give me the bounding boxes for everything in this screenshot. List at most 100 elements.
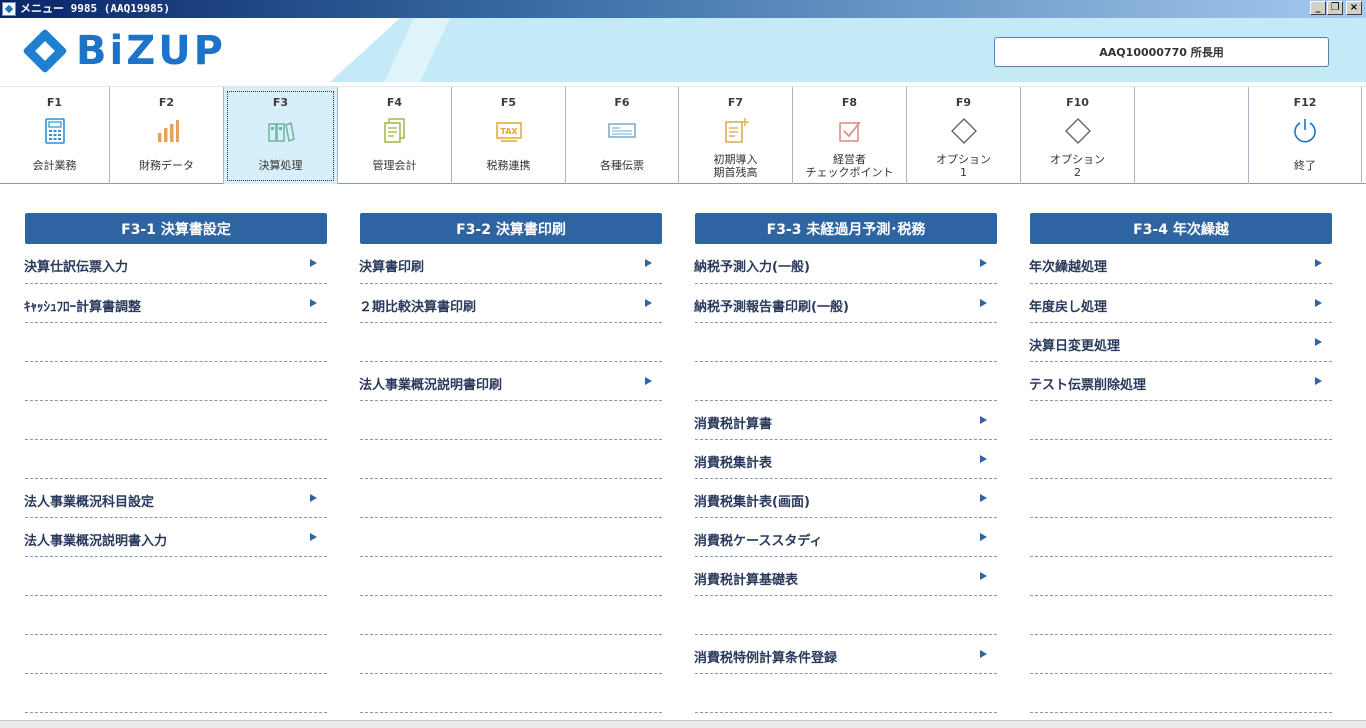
window-controls: _ ❐ ×	[1310, 1, 1362, 15]
menu-item-label: 法人事業概況説明書印刷	[359, 378, 503, 393]
menu-item[interactable]: 年度戻し処理	[1029, 284, 1332, 323]
function-key-label: F12	[1293, 96, 1317, 109]
menu-item[interactable]: 消費税特例計算条件登録	[694, 635, 997, 674]
arrow-right-icon	[310, 259, 317, 267]
function-key-toolbar: F1 会計業務 F2 財務データ F3 決算処理 F4 管理会計 F5 TAX 税務連携 F6 各種伝票…	[0, 86, 1366, 184]
bar-chart-icon	[153, 117, 181, 145]
menu-item-empty	[25, 635, 327, 674]
menu-item-label: 決算書印刷	[359, 260, 425, 275]
arrow-right-icon	[980, 533, 987, 541]
menu-item[interactable]: テスト伝票削除処理	[1029, 362, 1332, 401]
menu-item-empty	[360, 401, 662, 440]
arrow-right-icon	[980, 455, 987, 463]
arrow-right-icon	[310, 299, 317, 307]
arrow-right-icon	[645, 299, 652, 307]
arrow-right-icon	[980, 259, 987, 267]
menu-item[interactable]: 納税予測入力(一般)	[694, 244, 997, 284]
arrow-right-icon	[310, 494, 317, 502]
function-key-f3[interactable]: F3 決算処理	[224, 87, 338, 184]
menu-item-label: 消費税集計表	[694, 456, 773, 471]
function-key-label: F7	[727, 96, 744, 109]
menu-item-empty	[1030, 635, 1332, 674]
function-key-name: オプション 1	[936, 153, 991, 179]
menu-item[interactable]: 法人事業概況科目設定	[24, 479, 327, 518]
menu-item-empty	[25, 401, 327, 440]
function-key-f1[interactable]: F1 会計業務	[0, 87, 110, 184]
menu-item-label: 消費税集計表(画面)	[694, 495, 810, 510]
arrow-right-icon	[980, 572, 987, 580]
function-key-f10[interactable]: F10 オプション 2	[1021, 87, 1135, 184]
menu-item[interactable]: 消費税計算基礎表	[694, 557, 997, 596]
status-bar	[0, 720, 1366, 728]
menu-item[interactable]: ２期比較決算書印刷	[359, 284, 662, 323]
menu-column-4: F3-4 年次繰越 年次繰越処理年度戻し処理決算日変更処理 テスト伝票削除処理	[1029, 213, 1332, 713]
menu-item-empty	[1030, 440, 1332, 479]
menu-item[interactable]: 納税予測報告書印刷(一般)	[694, 284, 997, 323]
menu-item[interactable]: 消費税計算書	[694, 401, 997, 440]
menu-item[interactable]: 年次繰越処理	[1029, 244, 1332, 284]
function-key-label: F8	[841, 96, 858, 109]
column-header: F3-4 年次繰越	[1030, 213, 1332, 244]
close-button[interactable]: ×	[1346, 1, 1362, 15]
menu-item-label: ｷｬｯｼｭﾌﾛｰ計算書調整	[24, 300, 142, 315]
menu-column-1: F3-1 決算書設定 決算仕訳伝票入力 ｷｬｯｼｭﾌﾛｰ計算書調整 法人事業概況科目設…	[24, 213, 327, 713]
menu-item-empty	[25, 323, 327, 362]
menu-item-label: 法人事業概況科目設定	[24, 495, 155, 510]
function-key-f9[interactable]: F9 オプション 1	[907, 87, 1021, 184]
restore-button[interactable]: ❐	[1327, 1, 1343, 15]
function-key-name: 会計業務	[32, 159, 77, 172]
diamond-icon	[1064, 117, 1092, 145]
menu-item-empty	[360, 518, 662, 557]
menu-item-empty	[1030, 674, 1332, 713]
minimize-button[interactable]: _	[1310, 1, 1326, 15]
menu-item-empty	[360, 635, 662, 674]
menu-item[interactable]: 決算書印刷	[359, 244, 662, 284]
window-title: メニュー 9985 (AAQ19985)	[20, 2, 170, 15]
function-key-f12[interactable]: F12 終了	[1249, 87, 1362, 184]
menu-item-empty	[25, 362, 327, 401]
function-key-label: F9	[955, 96, 972, 109]
menu-item-label: 消費税計算書	[694, 417, 773, 432]
power-icon	[1291, 117, 1319, 145]
menu-item-label: 法人事業概況説明書入力	[24, 534, 168, 549]
menu-item-empty	[1030, 479, 1332, 518]
arrow-right-icon	[1315, 259, 1322, 267]
menu-item[interactable]: 決算仕訳伝票入力	[24, 244, 327, 284]
bizup-logo: BiZUP	[22, 28, 226, 74]
function-key-name: 経営者 チェックポイント	[805, 153, 894, 179]
menu-item-label: 年度戻し処理	[1029, 300, 1108, 315]
function-key-f7[interactable]: F7 初期導入 期首残高	[679, 87, 793, 184]
menu-item-label: 消費税計算基礎表	[694, 573, 799, 588]
logo-mark-icon	[22, 28, 68, 74]
arrow-right-icon	[980, 299, 987, 307]
arrow-right-icon	[1315, 338, 1322, 346]
menu-item-empty	[25, 557, 327, 596]
function-key-label: F1	[46, 96, 63, 109]
menu-item[interactable]: 消費税集計表(画面)	[694, 479, 997, 518]
menu-item[interactable]: 決算日変更処理	[1029, 323, 1332, 362]
svg-text:TAX: TAX	[500, 127, 518, 136]
function-key-f2[interactable]: F2 財務データ	[110, 87, 224, 184]
slip-icon	[608, 117, 636, 145]
function-key-label: F4	[386, 96, 403, 109]
menu-item-empty	[1030, 596, 1332, 635]
function-key-name: 財務データ	[139, 159, 194, 172]
function-key-f6[interactable]: F6 各種伝票	[566, 87, 679, 184]
function-key-label: F6	[614, 96, 630, 109]
menu-item-empty	[360, 557, 662, 596]
function-key-f8[interactable]: F8 経営者 チェックポイント	[793, 87, 907, 184]
function-key-f5[interactable]: F5 TAX 税務連携	[452, 87, 566, 184]
menu-item[interactable]: 法人事業概況説明書印刷	[359, 362, 662, 401]
menu-item-empty	[360, 674, 662, 713]
arrow-right-icon	[645, 259, 652, 267]
logo-text: BiZUP	[76, 28, 226, 74]
menu-item[interactable]: 消費税ケーススタディ	[694, 518, 997, 557]
menu-item[interactable]: 消費税集計表	[694, 440, 997, 479]
menu-item[interactable]: ｷｬｯｼｭﾌﾛｰ計算書調整	[24, 284, 327, 323]
column-header: F3-3 未経過月予測･税務	[695, 213, 997, 244]
document-plus-icon	[722, 117, 750, 145]
menu-item[interactable]: 法人事業概況説明書入力	[24, 518, 327, 557]
arrow-right-icon	[310, 533, 317, 541]
menu-item-empty	[25, 674, 327, 713]
function-key-f4[interactable]: F4 管理会計	[338, 87, 452, 184]
